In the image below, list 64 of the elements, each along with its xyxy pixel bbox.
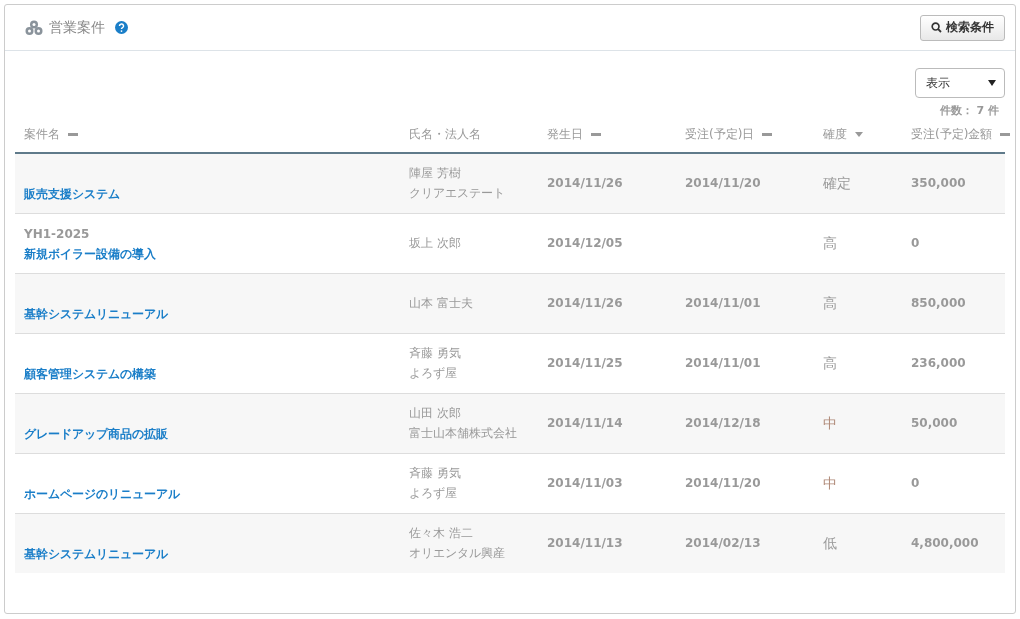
company-name: クリアエステート bbox=[409, 185, 506, 203]
order-date: 2014/11/20 bbox=[685, 176, 761, 191]
order-date: 2014/02/13 bbox=[685, 536, 761, 551]
result-count: 件数： 7 件 bbox=[939, 104, 1000, 118]
order-amount: 850,000 bbox=[911, 296, 966, 310]
occurrence-date: 2014/12/05 bbox=[547, 236, 623, 250]
order-amount: 236,000 bbox=[911, 356, 966, 370]
column-header[interactable]: 受注(予定)金額 bbox=[911, 127, 993, 141]
person-name: 陣屋 芳樹 bbox=[409, 165, 462, 183]
help-icon[interactable] bbox=[115, 21, 128, 34]
occurrence-date: 2014/11/03 bbox=[547, 476, 623, 490]
order-amount: 350,000 bbox=[911, 176, 966, 191]
case-name-link[interactable]: 基幹システムリニューアル bbox=[24, 303, 168, 324]
company-name: よろず屋 bbox=[409, 485, 458, 502]
order-date: 2014/11/01 bbox=[685, 296, 761, 310]
order-date: 2014/11/01 bbox=[685, 356, 761, 370]
dropdown-caret-icon bbox=[988, 80, 996, 86]
order-amount: 0 bbox=[911, 236, 920, 250]
column-header[interactable]: 受注(予定)日 bbox=[685, 127, 755, 141]
case-name-link[interactable]: 販売支援システム bbox=[24, 183, 120, 204]
occurrence-date: 2014/11/14 bbox=[547, 416, 623, 430]
confidence-level: 確定 bbox=[823, 174, 851, 191]
case-name-link[interactable]: 新規ボイラー設備の導入 bbox=[24, 243, 156, 264]
confidence-level: 高 bbox=[823, 354, 837, 371]
sort-down-icon[interactable] bbox=[855, 132, 863, 137]
order-date: 2014/11/20 bbox=[685, 476, 761, 490]
order-date: 2014/12/18 bbox=[685, 416, 761, 430]
case-code: YH1-2025 bbox=[24, 225, 91, 243]
sort-dash-icon[interactable] bbox=[762, 133, 773, 136]
person-name: 山田 次郎 bbox=[409, 405, 462, 422]
person-name: 佐々木 浩二 bbox=[409, 525, 474, 543]
occurrence-date: 2014/11/25 bbox=[547, 356, 623, 370]
case-name-link[interactable]: 顧客管理システムの構築 bbox=[24, 363, 156, 384]
confidence-level: 中 bbox=[823, 474, 837, 491]
column-header: 氏名・法人名 bbox=[409, 127, 481, 141]
column-header[interactable]: 確度 bbox=[823, 127, 847, 141]
column-header[interactable]: 案件名 bbox=[24, 127, 60, 141]
confidence-level: 中 bbox=[823, 414, 837, 431]
order-amount: 0 bbox=[911, 476, 920, 490]
view-select[interactable]: 表示 bbox=[915, 68, 1005, 98]
person-name: 山本 富士夫 bbox=[409, 295, 474, 312]
case-name-link[interactable]: 基幹システムリニューアル bbox=[24, 544, 168, 564]
confidence-level: 高 bbox=[823, 234, 837, 251]
panel-title: 営業案件 bbox=[49, 18, 105, 37]
person-name: 斉藤 勇気 bbox=[409, 465, 462, 482]
search-icon bbox=[931, 22, 942, 33]
sort-dash-icon[interactable] bbox=[1000, 133, 1011, 136]
occurrence-date: 2014/11/26 bbox=[547, 296, 623, 310]
order-amount: 4,800,000 bbox=[911, 536, 979, 551]
company-name: オリエンタル興産 bbox=[409, 545, 506, 563]
order-amount: 50,000 bbox=[911, 416, 958, 430]
company-name: 富士山本舗株式会社 bbox=[409, 425, 518, 442]
search-conditions-button[interactable]: 検索条件 bbox=[920, 14, 1005, 41]
person-name: 坂上 次郎 bbox=[409, 235, 462, 252]
column-header[interactable]: 発生日 bbox=[547, 127, 583, 141]
case-name-link[interactable]: ホームページのリニューアル bbox=[24, 483, 180, 504]
case-name-link[interactable]: グレードアップ商品の拡販 bbox=[24, 423, 168, 444]
occurrence-date: 2014/11/13 bbox=[547, 536, 623, 551]
person-name: 斉藤 勇気 bbox=[409, 345, 462, 362]
occurrence-date: 2014/11/26 bbox=[547, 176, 623, 191]
confidence-level: 高 bbox=[823, 294, 837, 311]
company-name: よろず屋 bbox=[409, 365, 458, 382]
cubes-icon bbox=[25, 19, 43, 36]
confidence-level: 低 bbox=[823, 534, 837, 551]
